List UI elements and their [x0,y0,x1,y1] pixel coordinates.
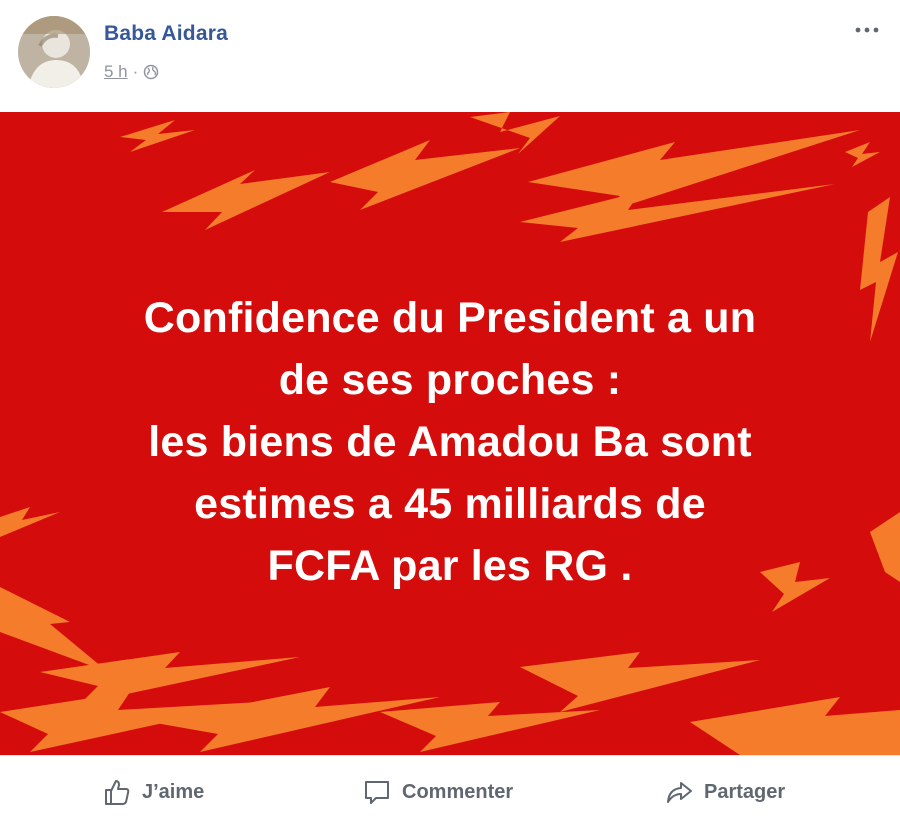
globe-icon[interactable] [143,64,159,80]
meta-separator: · [132,62,139,81]
author-name[interactable]: Baba Aidara [104,22,228,46]
post-time[interactable]: 5 h [104,62,128,82]
post-actions: J’aime Commenter Partager [0,755,900,828]
thumbs-up-icon [105,780,130,805]
avatar[interactable] [18,16,90,88]
facebook-post: Baba Aidara 5 h · Confidence du Presiden… [0,0,900,827]
post-headline: Confidence du President a un de ses proc… [0,287,900,597]
more-options-icon[interactable] [854,24,880,36]
share-label: Partager [704,780,786,803]
post-header: Baba Aidara 5 h · [0,0,900,112]
headline-line: estimes a 45 milliards de [194,480,706,528]
headline-line: Confidence du President a un [143,294,757,342]
comment-button[interactable]: Commenter [362,774,513,810]
share-button[interactable]: Partager [664,774,785,810]
post-image[interactable]: Confidence du President a un de ses proc… [0,112,900,755]
headline-line: FCFA par les RG . [267,542,633,590]
like-label: J’aime [142,780,205,803]
headline-line: de ses proches : [278,356,622,404]
like-button[interactable]: J’aime [102,774,204,810]
post-meta: 5 h · [104,62,159,82]
comment-label: Commenter [402,780,514,803]
headline-line: les biens de Amadou Ba sont [148,418,752,466]
comment-icon [365,781,389,804]
share-icon [667,782,692,803]
